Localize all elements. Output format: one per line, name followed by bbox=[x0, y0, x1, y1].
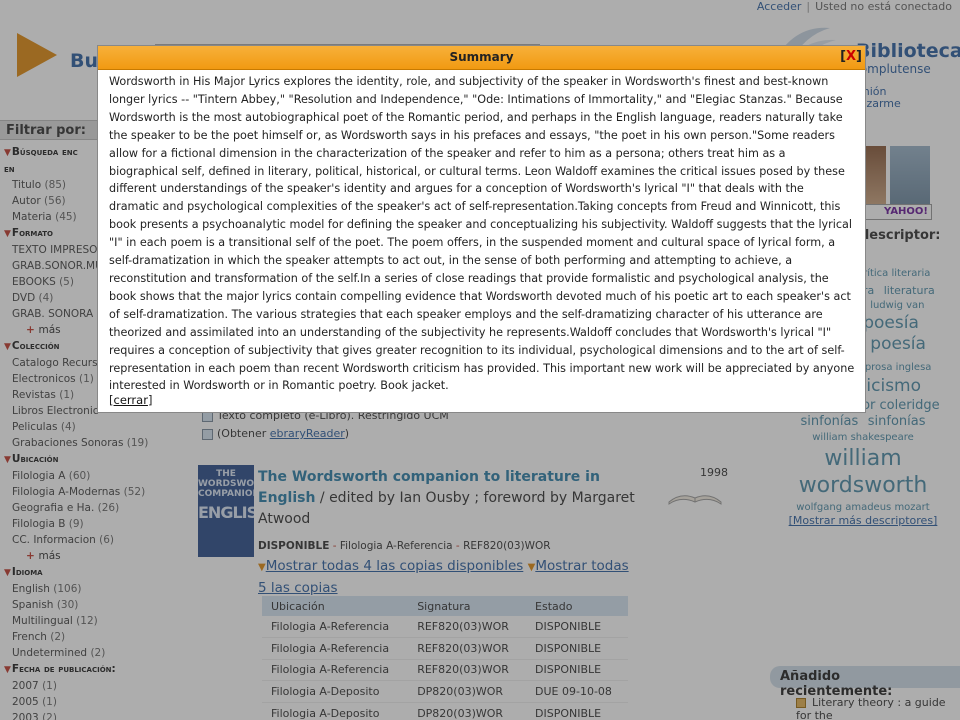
close-link[interactable]: cerrar bbox=[114, 393, 148, 407]
modal-title-bar: Summary [X] bbox=[98, 46, 865, 70]
summary-modal: Summary [X] Wordsworth in His Major Lyri… bbox=[97, 45, 866, 413]
close-bracket: ] bbox=[856, 49, 862, 64]
summary-text: Wordsworth in His Major Lyrics explores … bbox=[109, 75, 855, 393]
modal-title: Summary bbox=[449, 50, 514, 64]
close-x: X bbox=[846, 49, 857, 64]
close-icon[interactable]: [X] bbox=[840, 49, 862, 64]
modal-footer: [cerrar] bbox=[109, 393, 152, 407]
catalog-page: Acceder | Usted no está conectado Bu Bibli… bbox=[0, 0, 960, 720]
close-link-bracket: ] bbox=[147, 393, 153, 407]
